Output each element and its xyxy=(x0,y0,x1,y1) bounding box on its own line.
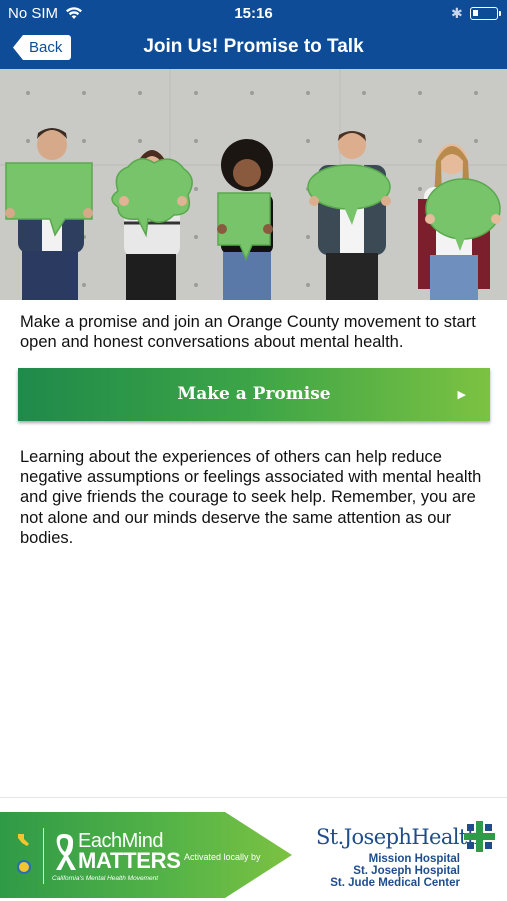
hero-image xyxy=(0,69,507,300)
intro-text: Make a promise and join an Orange County… xyxy=(20,313,476,351)
emm-tagline: California's Mental Health Movement xyxy=(52,875,159,882)
top-bar: No SIM 15:16 ✱ Back Join Us! Promise to … xyxy=(0,0,507,69)
body-text: Learning about the experiences of others… xyxy=(20,448,482,547)
ribbon-icon xyxy=(56,834,76,870)
make-a-promise-label: Make a Promise xyxy=(177,384,331,404)
status-bar: No SIM 15:16 ✱ xyxy=(0,0,507,28)
battery-icon xyxy=(470,7,501,20)
hospital-item: St. Joseph Hospital xyxy=(353,865,460,877)
activated-locally-text: Activated locally by xyxy=(184,852,261,862)
matters-text: MATTERS xyxy=(78,848,181,873)
hospital-item: St. Jude Medical Center xyxy=(330,877,460,889)
st-joseph-cross-icon xyxy=(464,821,495,852)
chevron-right-icon: ▶ xyxy=(457,388,466,401)
divider xyxy=(43,828,44,884)
page-title: Join Us! Promise to Talk xyxy=(143,36,364,57)
status-time: 15:16 xyxy=(234,5,273,22)
state-seal-icon xyxy=(17,860,31,874)
bluetooth-icon: ✱ xyxy=(451,5,463,21)
hospital-list: Mission Hospital St. Joseph Hospital St.… xyxy=(310,853,460,889)
california-map-icon xyxy=(18,834,29,846)
st-joseph-health-logo-text[interactable]: St.JosephHealth xyxy=(316,825,480,849)
hospital-item: Mission Hospital xyxy=(368,853,460,865)
make-a-promise-button[interactable]: Make a Promise ▶ xyxy=(18,368,490,421)
each-mind-matters-banner[interactable]: EachMind MATTERS California's Mental Hea… xyxy=(0,812,292,898)
